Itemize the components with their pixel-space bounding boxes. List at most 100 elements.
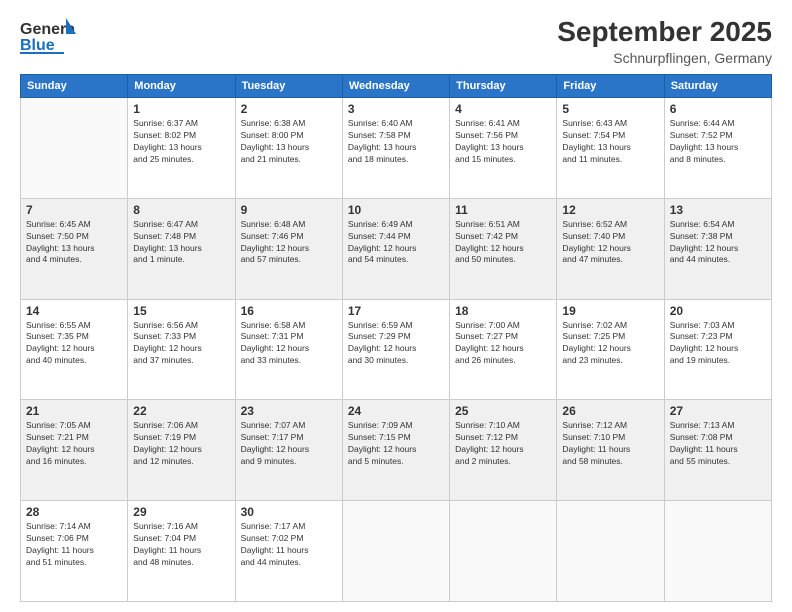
day-info: Sunrise: 6:48 AMSunset: 7:46 PMDaylight:… xyxy=(241,219,337,267)
day-info: Sunrise: 6:45 AMSunset: 7:50 PMDaylight:… xyxy=(26,219,122,267)
day-info: Sunrise: 6:59 AMSunset: 7:29 PMDaylight:… xyxy=(348,320,444,368)
day-info: Sunrise: 6:55 AMSunset: 7:35 PMDaylight:… xyxy=(26,320,122,368)
sub-title: Schnurpflingen, Germany xyxy=(557,50,772,66)
day-info: Sunrise: 7:17 AMSunset: 7:02 PMDaylight:… xyxy=(241,521,337,569)
table-row: 15Sunrise: 6:56 AMSunset: 7:33 PMDayligh… xyxy=(128,299,235,400)
table-row: 11Sunrise: 6:51 AMSunset: 7:42 PMDayligh… xyxy=(450,198,557,299)
day-number: 12 xyxy=(562,203,658,217)
table-row: 27 Sunrise: 7:13 AMSunset: 7:08 PMDayligh… xyxy=(664,400,771,501)
table-row: 6 Sunrise: 6:44 AMSunset: 7:52 PMDaylight… xyxy=(664,98,771,199)
main-title: September 2025 xyxy=(557,16,772,48)
day-info: Sunrise: 7:05 AMSunset: 7:21 PMDaylight:… xyxy=(26,420,122,468)
day-number: 11 xyxy=(455,203,551,217)
day-info: Sunrise: 6:58 AMSunset: 7:31 PMDaylight:… xyxy=(241,320,337,368)
title-block: September 2025 Schnurpflingen, Germany xyxy=(557,16,772,66)
col-wednesday: Wednesday xyxy=(342,75,449,98)
table-row: 14 Sunrise: 6:55 AMSunset: 7:35 PMDayligh… xyxy=(21,299,128,400)
day-number: 3 xyxy=(348,102,444,116)
day-info: Sunrise: 6:49 AMSunset: 7:44 PMDaylight:… xyxy=(348,219,444,267)
table-row: 13 Sunrise: 6:54 AMSunset: 7:38 PMDayligh… xyxy=(664,198,771,299)
table-row: 28 Sunrise: 7:14 AMSunset: 7:06 PMDayligh… xyxy=(21,501,128,602)
day-info: Sunrise: 7:02 AMSunset: 7:25 PMDaylight:… xyxy=(562,320,658,368)
day-info: Sunrise: 6:38 AMSunset: 8:00 PMDaylight:… xyxy=(241,118,337,166)
table-row: 8Sunrise: 6:47 AMSunset: 7:48 PMDaylight… xyxy=(128,198,235,299)
day-number: 18 xyxy=(455,304,551,318)
day-number: 21 xyxy=(26,404,122,418)
day-info: Sunrise: 6:44 AMSunset: 7:52 PMDaylight:… xyxy=(670,118,766,166)
table-row: 2Sunrise: 6:38 AMSunset: 8:00 PMDaylight… xyxy=(235,98,342,199)
day-number: 23 xyxy=(241,404,337,418)
table-row: 16 Sunrise: 6:58 AMSunset: 7:31 PMDayligh… xyxy=(235,299,342,400)
day-info: Sunrise: 7:03 AMSunset: 7:23 PMDaylight:… xyxy=(670,320,766,368)
day-number: 24 xyxy=(348,404,444,418)
table-row: 17Sunrise: 6:59 AMSunset: 7:29 PMDayligh… xyxy=(342,299,449,400)
table-row: 23 Sunrise: 7:07 AMSunset: 7:17 PMDayligh… xyxy=(235,400,342,501)
day-number: 9 xyxy=(241,203,337,217)
calendar-row: 7Sunrise: 6:45 AMSunset: 7:50 PMDaylight… xyxy=(21,198,772,299)
day-number: 13 xyxy=(670,203,766,217)
table-row: 21 Sunrise: 7:05 AMSunset: 7:21 PMDayligh… xyxy=(21,400,128,501)
day-number: 25 xyxy=(455,404,551,418)
day-number: 5 xyxy=(562,102,658,116)
day-info: Sunrise: 6:52 AMSunset: 7:40 PMDaylight:… xyxy=(562,219,658,267)
calendar-table: Sunday Monday Tuesday Wednesday Thursday… xyxy=(20,74,772,602)
table-row: 3Sunrise: 6:40 AMSunset: 7:58 PMDaylight… xyxy=(342,98,449,199)
col-saturday: Saturday xyxy=(664,75,771,98)
table-row: 5Sunrise: 6:43 AMSunset: 7:54 PMDaylight… xyxy=(557,98,664,199)
day-number: 30 xyxy=(241,505,337,519)
table-row: 1 Sunrise: 6:37 AMSunset: 8:02 PMDaylight… xyxy=(128,98,235,199)
day-info: Sunrise: 6:41 AMSunset: 7:56 PMDaylight:… xyxy=(455,118,551,166)
header: General Blue September 2025 Schnurpfling… xyxy=(20,16,772,66)
table-row: 22 Sunrise: 7:06 AMSunset: 7:19 PMDayligh… xyxy=(128,400,235,501)
calendar-row: 14 Sunrise: 6:55 AMSunset: 7:35 PMDayligh… xyxy=(21,299,772,400)
day-info: Sunrise: 6:37 AMSunset: 8:02 PMDaylight:… xyxy=(133,118,229,166)
logo-icon: General Blue xyxy=(20,16,76,56)
calendar-header-row: Sunday Monday Tuesday Wednesday Thursday… xyxy=(21,75,772,98)
table-row: 4Sunrise: 6:41 AMSunset: 7:56 PMDaylight… xyxy=(450,98,557,199)
table-row: 29 Sunrise: 7:16 AMSunset: 7:04 PMDayligh… xyxy=(128,501,235,602)
day-number: 1 xyxy=(133,102,229,116)
table-row xyxy=(557,501,664,602)
day-number: 10 xyxy=(348,203,444,217)
calendar-row: 21 Sunrise: 7:05 AMSunset: 7:21 PMDayligh… xyxy=(21,400,772,501)
day-info: Sunrise: 7:07 AMSunset: 7:17 PMDaylight:… xyxy=(241,420,337,468)
col-monday: Monday xyxy=(128,75,235,98)
table-row: 10 Sunrise: 6:49 AMSunset: 7:44 PMDayligh… xyxy=(342,198,449,299)
table-row: 18 Sunrise: 7:00 AMSunset: 7:27 PMDayligh… xyxy=(450,299,557,400)
table-row xyxy=(664,501,771,602)
calendar-row: 28 Sunrise: 7:14 AMSunset: 7:06 PMDayligh… xyxy=(21,501,772,602)
day-number: 6 xyxy=(670,102,766,116)
day-number: 14 xyxy=(26,304,122,318)
table-row: 20 Sunrise: 7:03 AMSunset: 7:23 PMDayligh… xyxy=(664,299,771,400)
col-thursday: Thursday xyxy=(450,75,557,98)
day-info: Sunrise: 7:09 AMSunset: 7:15 PMDaylight:… xyxy=(348,420,444,468)
day-number: 20 xyxy=(670,304,766,318)
day-info: Sunrise: 7:16 AMSunset: 7:04 PMDaylight:… xyxy=(133,521,229,569)
col-sunday: Sunday xyxy=(21,75,128,98)
day-info: Sunrise: 7:10 AMSunset: 7:12 PMDaylight:… xyxy=(455,420,551,468)
table-row: 30 Sunrise: 7:17 AMSunset: 7:02 PMDayligh… xyxy=(235,501,342,602)
day-number: 15 xyxy=(133,304,229,318)
col-tuesday: Tuesday xyxy=(235,75,342,98)
svg-text:Blue: Blue xyxy=(20,37,55,54)
day-number: 8 xyxy=(133,203,229,217)
day-info: Sunrise: 6:54 AMSunset: 7:38 PMDaylight:… xyxy=(670,219,766,267)
table-row xyxy=(342,501,449,602)
day-info: Sunrise: 7:14 AMSunset: 7:06 PMDaylight:… xyxy=(26,521,122,569)
day-number: 29 xyxy=(133,505,229,519)
day-number: 22 xyxy=(133,404,229,418)
table-row: 9 Sunrise: 6:48 AMSunset: 7:46 PMDaylight… xyxy=(235,198,342,299)
logo: General Blue xyxy=(20,16,76,56)
table-row: 26Sunrise: 7:12 AMSunset: 7:10 PMDayligh… xyxy=(557,400,664,501)
day-info: Sunrise: 7:06 AMSunset: 7:19 PMDaylight:… xyxy=(133,420,229,468)
page: General Blue September 2025 Schnurpfling… xyxy=(0,0,792,612)
day-info: Sunrise: 7:00 AMSunset: 7:27 PMDaylight:… xyxy=(455,320,551,368)
table-row xyxy=(21,98,128,199)
col-friday: Friday xyxy=(557,75,664,98)
calendar-row: 1 Sunrise: 6:37 AMSunset: 8:02 PMDaylight… xyxy=(21,98,772,199)
day-number: 16 xyxy=(241,304,337,318)
day-number: 27 xyxy=(670,404,766,418)
day-info: Sunrise: 7:13 AMSunset: 7:08 PMDaylight:… xyxy=(670,420,766,468)
day-number: 28 xyxy=(26,505,122,519)
table-row: 19Sunrise: 7:02 AMSunset: 7:25 PMDayligh… xyxy=(557,299,664,400)
